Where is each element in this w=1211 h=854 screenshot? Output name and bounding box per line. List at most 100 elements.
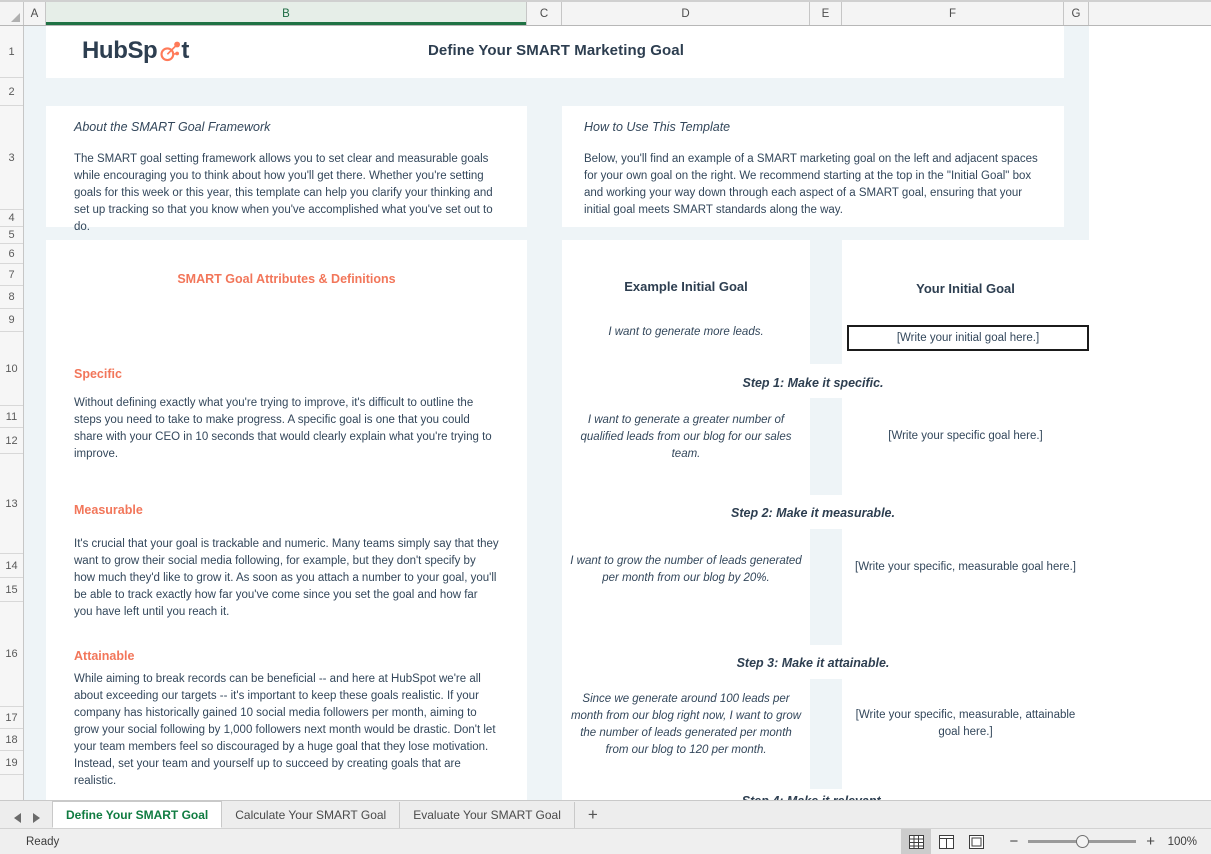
- status-ready-label: Ready: [0, 836, 59, 848]
- initial-goal-input-placeholder: [Write your initial goal here.]: [897, 330, 1039, 347]
- column-header-f[interactable]: F: [842, 2, 1064, 25]
- row-header-8[interactable]: 8: [0, 286, 23, 309]
- status-right-group: − + 100%: [901, 829, 1211, 854]
- row-header-2[interactable]: 2: [0, 78, 23, 106]
- row-header-5[interactable]: 5: [0, 227, 23, 244]
- example-goal-header-panel: Example Initial Goal I want to generate …: [562, 240, 810, 364]
- logo-text-part2: t: [181, 37, 189, 65]
- next-sheet-arrow-icon[interactable]: [33, 813, 40, 823]
- initial-goal-input[interactable]: [Write your initial goal here.]: [847, 325, 1089, 351]
- zoom-control: − +: [991, 833, 1167, 850]
- previous-sheet-arrow-icon[interactable]: [14, 813, 21, 823]
- attribute-heading-measurable: Measurable: [74, 503, 499, 517]
- row-header-4[interactable]: 4: [0, 210, 23, 227]
- add-sheet-button[interactable]: +: [575, 802, 611, 828]
- sheet-nav-arrows: [6, 813, 52, 828]
- attribute-heading-specific: Specific: [74, 367, 499, 381]
- step-2-label: Step 2: Make it measurable.: [562, 506, 1064, 520]
- step-3-label-row: Step 3: Make it attainable.: [562, 645, 1089, 679]
- step-3-input-cell[interactable]: [Write your specific, measurable, attain…: [842, 679, 1089, 789]
- step-1-label: Step 1: Make it specific.: [562, 376, 1064, 390]
- sheet-tab-evaluate[interactable]: Evaluate Your SMART Goal: [400, 802, 575, 828]
- step-1-example-cell: I want to generate a greater number of q…: [562, 398, 810, 495]
- attribute-heading-attainable: Attainable: [74, 649, 499, 663]
- row-header-12[interactable]: 12: [0, 428, 23, 454]
- step-1-example-text: I want to generate a greater number of q…: [574, 412, 798, 463]
- select-all-corner[interactable]: [0, 2, 24, 25]
- example-initial-goal: I want to generate more leads.: [562, 324, 810, 341]
- page-break-view-icon[interactable]: [961, 829, 991, 854]
- zoom-slider-handle[interactable]: [1076, 835, 1089, 848]
- column-header-g[interactable]: G: [1064, 2, 1089, 25]
- row-header-10[interactable]: 10: [0, 332, 23, 406]
- row-header-3[interactable]: 3: [0, 106, 23, 210]
- gutter-column-c: [527, 26, 562, 800]
- row-header-19[interactable]: 19: [0, 751, 23, 775]
- step-2-example-text: I want to grow the number of leads gener…: [570, 553, 802, 587]
- normal-view-icon[interactable]: [901, 829, 931, 854]
- row-header-11[interactable]: 11: [0, 406, 23, 428]
- sheet-tab-calculate[interactable]: Calculate Your SMART Goal: [222, 802, 400, 828]
- step-1-placeholder: [Write your specific goal here.]: [852, 428, 1079, 445]
- grid-region: 1 2 3 4 5 6 7 8 9 10 11 12 13 14 15 16 1…: [0, 26, 1211, 800]
- step-1-input-cell[interactable]: [Write your specific goal here.]: [842, 398, 1089, 495]
- about-box-body: The SMART goal setting framework allows …: [74, 151, 499, 236]
- column-header-strip: A B C D E F G: [0, 0, 1211, 26]
- row-header-13[interactable]: 13: [0, 454, 23, 554]
- column-header-a[interactable]: A: [24, 2, 46, 25]
- row-header-15[interactable]: 15: [0, 578, 23, 602]
- attributes-section-title: SMART Goal Attributes & Definitions: [74, 272, 499, 286]
- howto-box-body: Below, you'll find an example of a SMART…: [584, 151, 1042, 219]
- zoom-in-button[interactable]: +: [1146, 833, 1155, 850]
- your-column-heading: Your Initial Goal: [842, 281, 1089, 296]
- column-header-c[interactable]: C: [527, 2, 562, 25]
- about-box-heading: About the SMART Goal Framework: [74, 120, 499, 134]
- zoom-out-button[interactable]: −: [1009, 833, 1018, 850]
- logo-text-part1: HubSp: [82, 37, 157, 65]
- row-header-17[interactable]: 17: [0, 707, 23, 729]
- step-3-example-text: Since we generate around 100 leads per m…: [570, 691, 802, 759]
- attribute-definition-measurable: It's crucial that your goal is trackable…: [74, 536, 499, 621]
- spreadsheet-app: A B C D E F G 1 2 3 4 5 6 7 8 9 10 11 12…: [0, 0, 1211, 854]
- page-layout-view-icon[interactable]: [931, 829, 961, 854]
- header-panel: HubSp t Define Your SMART Marketing Goal: [46, 26, 1064, 78]
- row-header-6[interactable]: 6: [0, 244, 23, 264]
- attribute-definition-attainable: While aiming to break records can be ben…: [74, 671, 499, 790]
- page-title: Define Your SMART Marketing Goal: [346, 42, 766, 59]
- column-header-filler: [1089, 2, 1211, 25]
- step-4-label-row: Step 4: Make it relevant.: [562, 789, 1089, 800]
- sheet-tab-bar: Define Your SMART Goal Calculate Your SM…: [0, 800, 1211, 828]
- row-header-1[interactable]: 1: [0, 26, 23, 78]
- row-header-7[interactable]: 7: [0, 264, 23, 286]
- band-row-2: [24, 78, 1089, 106]
- step-3-example-cell: Since we generate around 100 leads per m…: [562, 679, 810, 789]
- status-bar: Ready: [0, 828, 1211, 854]
- step-2-example-cell: I want to grow the number of leads gener…: [562, 529, 810, 645]
- step-2-placeholder: [Write your specific, measurable goal he…: [848, 559, 1083, 576]
- zoom-level-label[interactable]: 100%: [1167, 836, 1211, 848]
- row-header-16[interactable]: 16: [0, 602, 23, 707]
- step-2-label-row: Step 2: Make it measurable.: [562, 495, 1089, 529]
- sheet-tab-define[interactable]: Define Your SMART Goal: [52, 801, 222, 828]
- step-3-placeholder: [Write your specific, measurable, attain…: [852, 707, 1079, 741]
- step-4-label: Step 4: Make it relevant.: [562, 794, 1064, 800]
- your-goal-header-panel: Your Initial Goal [Write your initial go…: [842, 240, 1089, 364]
- row-header-column: 1 2 3 4 5 6 7 8 9 10 11 12 13 14 15 16 1…: [0, 26, 24, 800]
- zoom-slider[interactable]: [1028, 840, 1136, 843]
- sheet-canvas[interactable]: HubSp t Define Your SMART Marketing Goal: [24, 26, 1211, 800]
- hubspot-logo: HubSp t: [82, 37, 189, 65]
- row-header-9[interactable]: 9: [0, 309, 23, 332]
- column-header-e[interactable]: E: [810, 2, 842, 25]
- row-header-18[interactable]: 18: [0, 729, 23, 751]
- gutter-column-a: [24, 26, 46, 800]
- step-1-label-row: Step 1: Make it specific.: [562, 364, 1089, 398]
- attribute-definition-specific: Without defining exactly what you're try…: [74, 395, 499, 463]
- column-header-b[interactable]: B: [46, 2, 527, 25]
- howto-box: How to Use This Template Below, you'll f…: [562, 106, 1064, 227]
- row-header-14[interactable]: 14: [0, 554, 23, 578]
- step-2-input-cell[interactable]: [Write your specific, measurable goal he…: [842, 529, 1089, 645]
- attributes-panel: SMART Goal Attributes & Definitions Spec…: [46, 240, 527, 800]
- howto-box-heading: How to Use This Template: [584, 120, 1042, 134]
- column-header-d[interactable]: D: [562, 2, 810, 25]
- about-box: About the SMART Goal Framework The SMART…: [46, 106, 527, 227]
